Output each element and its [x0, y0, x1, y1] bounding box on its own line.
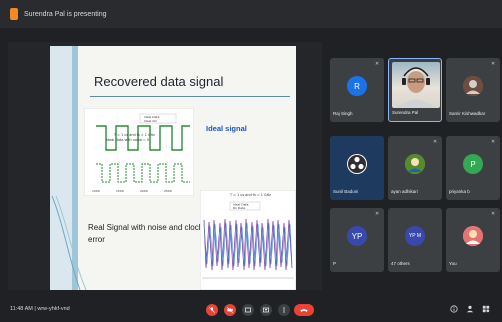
- hang-up-icon: [300, 309, 308, 312]
- plot2-caption-1: T = 1 us and fs = 1 GHz: [229, 193, 271, 197]
- activities-button[interactable]: [482, 305, 490, 315]
- profile-photo-icon: [463, 76, 483, 96]
- participant-name: 47 others: [391, 261, 410, 266]
- captions-button[interactable]: [242, 304, 254, 316]
- present-icon: [263, 307, 269, 313]
- avatar: YP: [347, 226, 367, 246]
- people-button[interactable]: [466, 305, 474, 315]
- plot1-caption-1: T = 1 us and fs = 1 GHz: [113, 133, 155, 137]
- mic-off-icon: ✕: [491, 61, 496, 67]
- ideal-signal-plot: Ideal Data Ideal Clk T = 1 us and fs = 1…: [84, 108, 194, 196]
- slide-decoration: [51, 196, 87, 290]
- end-call-button[interactable]: [294, 304, 314, 316]
- meeting-code: wrw-yhkf-vnd: [37, 306, 70, 312]
- meeting-controls-bar: 11:48 AM | wrw-yhkf-vnd: [0, 298, 502, 322]
- participant-name: Sunil Badoni: [333, 189, 359, 194]
- participant-name: P: [333, 261, 337, 266]
- captions-icon: [245, 307, 251, 313]
- clock-time: 11:48 AM: [10, 306, 33, 312]
- camera-off-icon: [227, 307, 233, 313]
- plot1-legend-2: Ideal Clk: [144, 119, 157, 123]
- participant-video: [392, 62, 440, 108]
- participant-tile[interactable]: ✕ ayan adhikari: [388, 136, 442, 200]
- presentation-slide: Recovered data signal Ideal Data Ideal C…: [50, 46, 296, 290]
- real-signal-label: Real Signal with noise and clock error: [88, 223, 203, 244]
- presenting-icon: [10, 8, 18, 20]
- more-vert-icon: [283, 307, 285, 313]
- mic-off-icon: ✕: [375, 211, 380, 217]
- mic-off-icon: ✕: [491, 139, 496, 145]
- avatar-group: YP M: [405, 226, 425, 246]
- plot1-xtick-2: 1500: [116, 189, 124, 193]
- meeting-time: 11:48 AM | wrw-yhkf-vnd: [10, 306, 70, 312]
- participant-tile[interactable]: Sunil Badoni: [330, 136, 384, 200]
- avatar: P: [463, 154, 483, 174]
- person-video-feed: [396, 67, 436, 108]
- participant-name: Raj Singh: [333, 111, 353, 116]
- shared-screen[interactable]: Recovered data signal Ideal Data Ideal C…: [8, 42, 322, 290]
- present-screen-button[interactable]: [260, 304, 272, 316]
- more-options-button[interactable]: [278, 304, 290, 316]
- ideal-signal-label: Ideal signal: [206, 124, 247, 133]
- mic-off-icon: [209, 307, 215, 313]
- real-signal-plot: T = 1 us and fs = 1 GHz Ideal Data Rx Da…: [200, 190, 296, 290]
- participant-tile[interactable]: ✕ R Raj Singh: [330, 58, 384, 122]
- plot1-xtick-3: 2000: [140, 189, 148, 193]
- avatar: [347, 154, 367, 174]
- meeting-details-button[interactable]: [450, 305, 458, 315]
- plot1-xtick-1: 1000: [92, 189, 100, 193]
- participant-tile[interactable]: ✕ P priyanka b: [446, 136, 500, 200]
- avatar: [463, 76, 483, 96]
- participant-name: ayan adhikari: [391, 189, 418, 194]
- avatar: [405, 154, 425, 174]
- participant-tile-others[interactable]: YP M 47 others: [388, 208, 442, 272]
- plot1-caption-2: Ideal Data with noise = 0: [106, 138, 149, 142]
- activities-icon: [482, 305, 490, 313]
- participant-name: You: [449, 261, 457, 266]
- camera-toggle-button[interactable]: [224, 304, 236, 316]
- participant-tile[interactable]: ✕ Samir Kishwadkar: [446, 58, 500, 122]
- info-icon: [450, 305, 458, 313]
- presentation-banner: Surendra Pal is presenting: [0, 0, 502, 28]
- slide-title-underline: [90, 96, 290, 97]
- mic-off-icon: ✕: [491, 211, 496, 217]
- plot1-xtick-4: 2500: [164, 189, 172, 193]
- participant-tile-speaker[interactable]: Surendra Pal: [388, 58, 442, 122]
- participant-tile[interactable]: ✕ YP P: [330, 208, 384, 272]
- participant-name: Surendra Pal: [392, 110, 419, 115]
- profile-photo-icon: [405, 154, 425, 174]
- avatar: [463, 226, 483, 246]
- slide-title: Recovered data signal: [94, 74, 224, 89]
- microphone-toggle-button[interactable]: [206, 304, 218, 316]
- people-icon: [466, 305, 474, 313]
- presenting-text: Surendra Pal is presenting: [24, 10, 107, 18]
- profile-photo-icon: [463, 226, 483, 246]
- plot2-legend-2: Rx Data: [233, 206, 245, 210]
- avatar: R: [347, 76, 367, 96]
- participant-name: priyanka b: [449, 189, 470, 194]
- mic-off-icon: ✕: [375, 61, 380, 67]
- participant-name: Samir Kishwadkar: [449, 111, 486, 116]
- participant-tile-self[interactable]: ✕ You: [446, 208, 500, 272]
- obs-logo-icon: [348, 155, 366, 173]
- mic-off-icon: ✕: [433, 139, 438, 145]
